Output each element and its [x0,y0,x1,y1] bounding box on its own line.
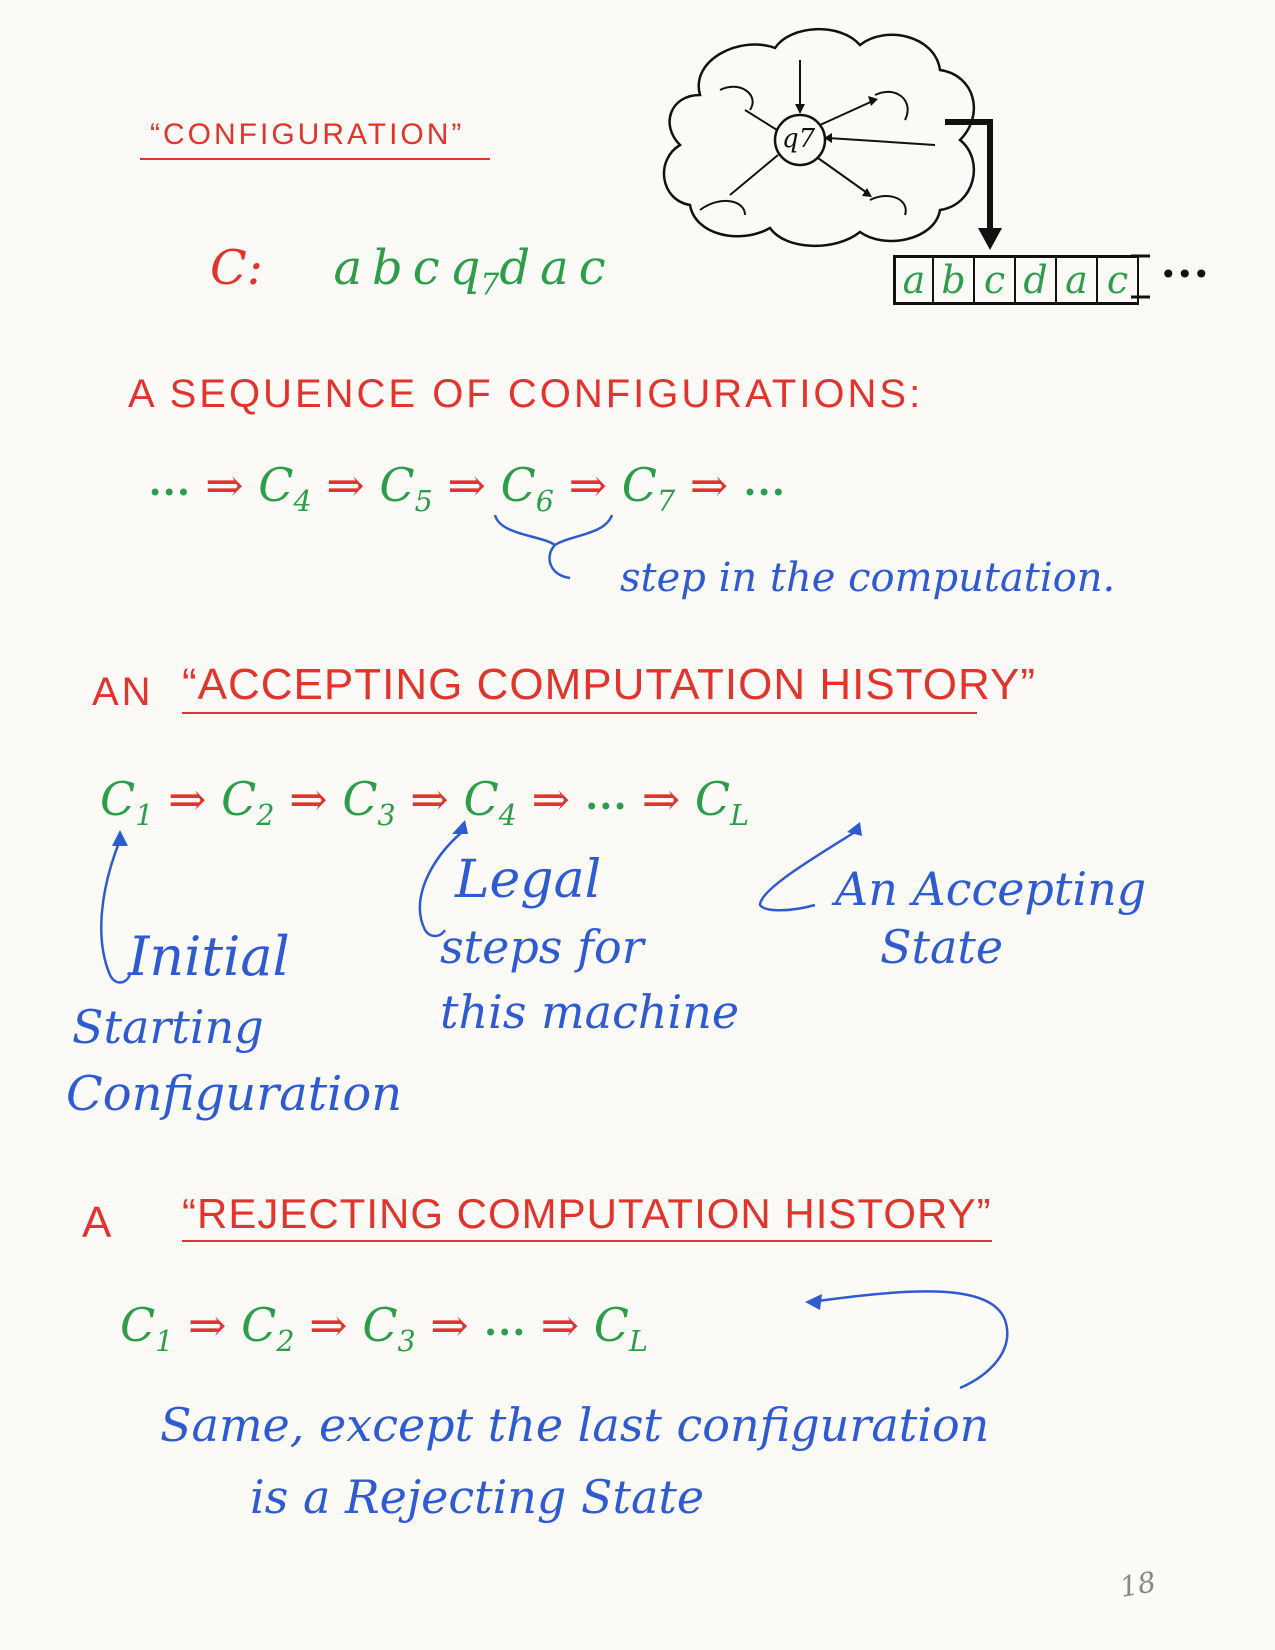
rejecting-note-line1: Same, except the last configuration [160,1398,990,1452]
page-number: 18 [1117,1565,1159,1604]
rejecting-note-line2: is a Rejecting State [250,1470,705,1524]
